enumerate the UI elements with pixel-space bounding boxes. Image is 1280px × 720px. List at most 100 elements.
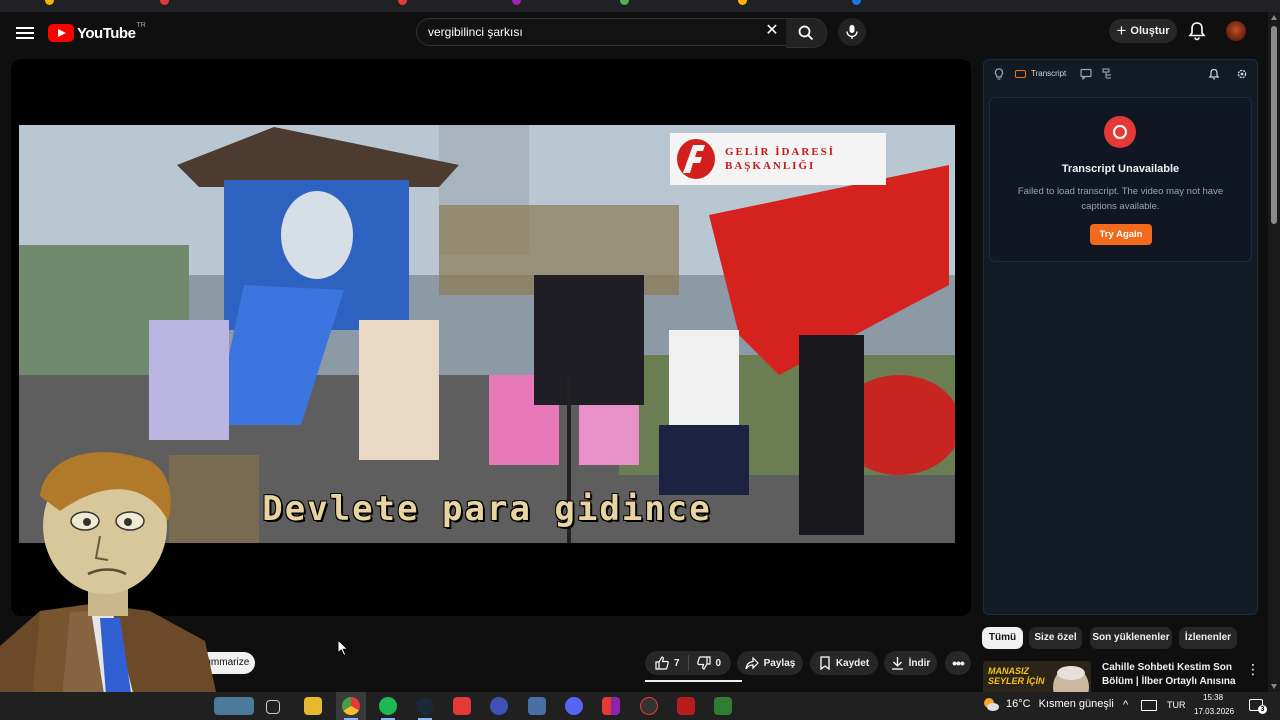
youtube-logo[interactable]: YouTube TR [48,22,146,44]
tab-favicon[interactable] [620,0,629,5]
broadcaster-watermark: GELİR İDARESİ BAŞKANLIĞI [670,133,886,185]
save-label: Kaydet [835,657,870,669]
mouse-cursor-icon [337,639,349,657]
chip-for-you[interactable]: Size özel [1029,627,1082,649]
tab-favicon[interactable] [398,0,407,5]
clear-search-icon[interactable]: ✕ [763,22,781,40]
widgets-icon[interactable] [214,697,254,715]
more-options-icon[interactable]: ⋮ [1246,662,1260,678]
notifications-bell-icon[interactable] [1188,21,1206,41]
search-input[interactable]: vergibilinci şarkısı ✕ [416,18,788,46]
account-avatar[interactable] [1226,21,1246,41]
error-message: Failed to load transcript. The video may… [1017,186,1224,212]
share-button[interactable]: Paylaş [737,651,803,675]
recommendation-thumbnail[interactable]: MANASIZ SEYLER İÇİN [983,661,1091,696]
search-button[interactable] [786,18,827,48]
scroll-thumb[interactable] [1271,26,1277,224]
chrome-icon[interactable] [342,697,360,715]
like-dislike-group: 7 0 [645,651,731,675]
tab-transcript-label: Transcript [1031,69,1067,78]
tab-favicon[interactable] [45,0,54,5]
language-indicator[interactable]: TUR [1167,700,1186,710]
thumbnail-text: MANASIZ SEYLER İÇİN [988,666,1045,686]
download-label: İndir [908,657,931,669]
watermark-line-2: BAŞKANLIĞI [725,160,816,172]
more-horizontal-icon: ••• [952,655,965,671]
download-button[interactable]: İndir [884,651,937,675]
masthead: YouTube TR vergibilinci şarkısı ✕ + Oluş… [0,12,1268,56]
tray-overflow-chevron-icon[interactable]: ^ [1123,699,1128,711]
share-icon [745,656,759,670]
tab-favicon[interactable] [738,0,747,5]
error-icon [1104,116,1136,148]
tab-favicon[interactable] [512,0,521,5]
thumbs-up-icon [655,656,669,670]
windows-taskbar: 16°C Kısmen güneşli ^ TUR 15:38 17.03.20… [0,692,1280,720]
error-title: Transcript Unavailable [1061,163,1180,175]
plus-icon: + [1116,21,1127,40]
bulb-icon[interactable] [993,68,1005,80]
discord-icon[interactable] [565,697,583,715]
tab-transcript[interactable]: Transcript [1015,69,1066,78]
task-view-icon[interactable] [266,700,280,714]
microphone-icon [846,25,858,39]
action-underline [645,680,742,682]
scroll-down-arrow-icon[interactable] [1271,684,1277,689]
like-button[interactable]: 7 [647,651,688,675]
recorder-icon[interactable] [640,697,658,715]
watermark-line-1: GELİR İDARESİ [725,146,836,158]
youtube-play-icon [48,24,74,42]
transcript-unavailable-card: Transcript Unavailable Failed to load tr… [989,97,1252,262]
tab-favicon[interactable] [160,0,169,5]
country-code: TR [136,21,146,29]
weather-partly-sunny-icon [984,698,999,711]
settings-app-icon[interactable] [528,697,546,715]
logo-text: YouTube [77,24,136,42]
page-scrollbar[interactable] [1268,12,1280,692]
steam-icon[interactable] [416,697,434,715]
chip-watched[interactable]: İzlenenler [1179,627,1237,649]
notification-count-badge: 3 [1258,705,1267,714]
game-launcher-icon[interactable] [714,697,732,715]
weather-widget[interactable]: 16°C Kısmen güneşli [982,696,1114,712]
search-icon [798,25,814,41]
heart-app-icon[interactable] [453,697,471,715]
dislike-button[interactable]: 0 [689,651,730,675]
like-count: 7 [673,657,680,669]
transcript-icon [1015,69,1026,78]
tab-favicon[interactable] [852,0,861,5]
clock-time[interactable]: 15:38 [1203,693,1223,702]
mindmap-icon[interactable] [1102,68,1114,80]
spotify-icon[interactable] [379,697,397,715]
panel-toolbar: Transcript [984,60,1257,90]
settings-gear-icon[interactable] [1236,68,1248,80]
panel-notifications-icon[interactable] [1208,68,1220,80]
try-again-button[interactable]: Try Again [1090,224,1152,245]
clock-date[interactable]: 17.03.2026 [1194,707,1234,716]
watermark-text: GELİR İDARESİ BAŞKANLIĞI [725,145,835,173]
chip-all[interactable]: Tümü [982,627,1023,649]
thumbs-down-icon [696,656,711,670]
bookmark-icon [820,656,830,670]
weather-desc: Kısmen güneşli [1038,698,1114,710]
create-label: Oluştur [1130,25,1170,37]
recommendation-title[interactable]: Cahille Sohbeti Kestim Son Bölüm | İlber… [1102,661,1242,689]
save-button[interactable]: Kaydet [810,651,878,675]
create-button[interactable]: + Oluştur [1109,19,1177,43]
transcript-panel: Transcript Transcript Unavailable Failed… [983,59,1258,615]
chip-recently-uploaded[interactable]: Son yüklenenler [1090,627,1172,649]
winrar-icon[interactable] [602,697,620,715]
gib-logo-icon [677,139,715,179]
more-actions-button[interactable]: ••• [945,651,971,675]
scroll-up-arrow-icon[interactable] [1271,15,1277,20]
menu-icon[interactable] [16,24,34,42]
voice-search-button[interactable] [838,18,866,46]
meme-character-overlay [0,452,222,720]
app-icon[interactable] [490,697,508,715]
share-label: Paylaş [763,657,796,669]
valorant-icon[interactable] [677,697,695,715]
chat-icon[interactable] [1080,68,1092,80]
keyboard-icon[interactable] [1141,700,1157,711]
file-explorer-icon[interactable] [304,697,322,715]
search-query: vergibilinci şarkısı [428,25,523,39]
